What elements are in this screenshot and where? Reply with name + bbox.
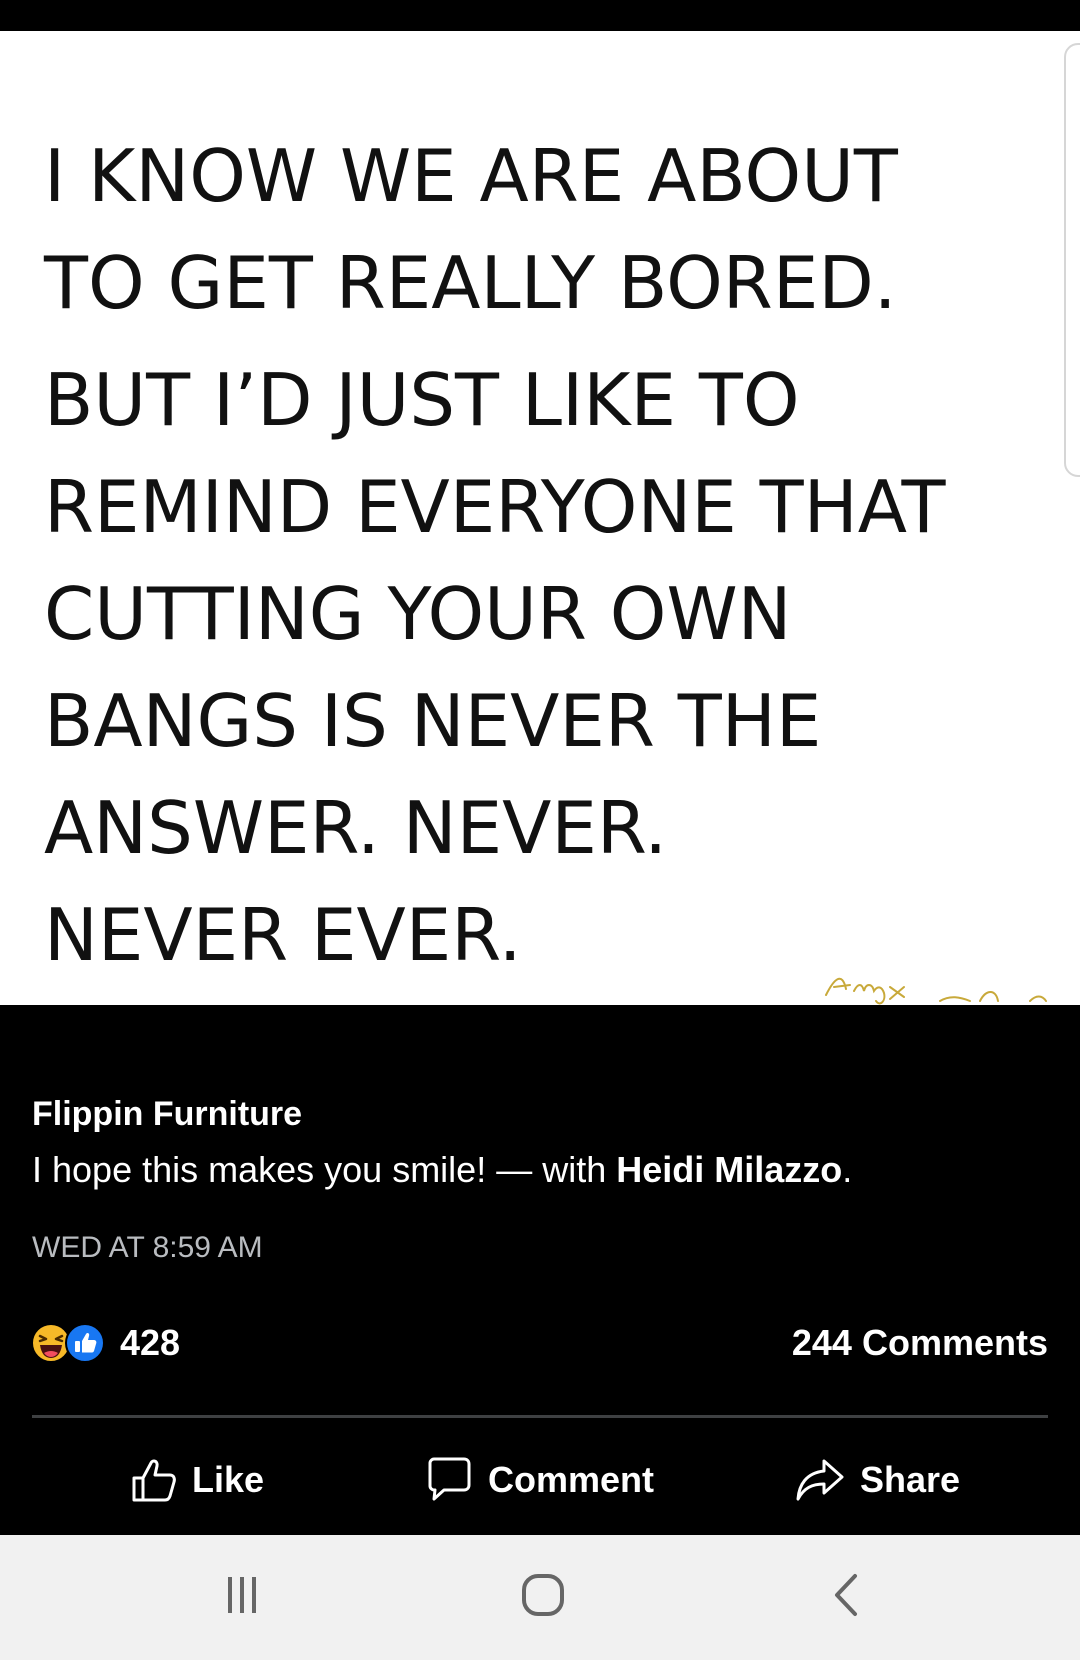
quote-line: I KNOW WE ARE ABOUT [44, 134, 898, 218]
share-label: Share [860, 1459, 961, 1500]
post-caption: I hope this makes you smile! — with Heid… [32, 1149, 852, 1191]
comment-bubble-icon [428, 1457, 471, 1501]
page-name[interactable]: Flippin Furniture [32, 1095, 302, 1134]
android-nav-bar [0, 1535, 1080, 1660]
recents-icon [228, 1577, 256, 1613]
reactions-summary[interactable]: 428 [30, 1321, 180, 1365]
back-button[interactable] [806, 1565, 886, 1625]
post-details: Flippin Furniture I hope this makes you … [0, 1005, 1080, 1535]
like-label: Like [192, 1459, 265, 1500]
post-image[interactable]: I KNOW WE ARE ABOUT TO GET REALLY BORED.… [0, 31, 1080, 1005]
comments-count-link[interactable]: 244 Comments [792, 1321, 1048, 1365]
quote-line: CUTTING YOUR OWN [44, 572, 792, 656]
status-bar [0, 0, 1080, 31]
caption-text: I hope this makes you smile! — with [32, 1149, 617, 1190]
divider [32, 1415, 1048, 1418]
quote-line: BUT I’D JUST LIKE TO [44, 358, 800, 442]
comment-button[interactable]: Comment [424, 1445, 654, 1515]
thumbs-up-icon [132, 1459, 176, 1502]
artist-signature [825, 977, 1047, 1005]
quote-line: ANSWER. NEVER. [44, 786, 668, 870]
home-icon [522, 1574, 564, 1616]
reaction-count: 428 [120, 1322, 181, 1363]
screen: I KNOW WE ARE ABOUT TO GET REALLY BORED.… [0, 0, 1080, 1660]
quote-line: BANGS IS NEVER THE [44, 679, 822, 763]
post-timestamp[interactable]: WED AT 8:59 AM [32, 1231, 263, 1265]
caption-end: . [842, 1149, 853, 1190]
like-button[interactable]: Like [130, 1445, 264, 1515]
share-arrow-icon [796, 1459, 844, 1501]
scroll-indicator [1064, 43, 1080, 477]
quote-text: I KNOW WE ARE ABOUT TO GET REALLY BORED.… [44, 123, 1044, 989]
tagged-user-link[interactable]: Heidi Milazzo [616, 1149, 842, 1190]
home-button[interactable] [503, 1565, 583, 1625]
quote-line: REMIND EVERYONE THAT [44, 465, 946, 549]
back-icon [835, 1574, 857, 1616]
post-actions: Like Comment Share [0, 1445, 1080, 1525]
share-button[interactable]: Share [794, 1445, 960, 1515]
quote-line: TO GET REALLY BORED. [44, 241, 897, 325]
like-thumb-icon [65, 1323, 105, 1363]
comment-label: Comment [488, 1459, 655, 1500]
recents-button[interactable] [202, 1565, 282, 1625]
